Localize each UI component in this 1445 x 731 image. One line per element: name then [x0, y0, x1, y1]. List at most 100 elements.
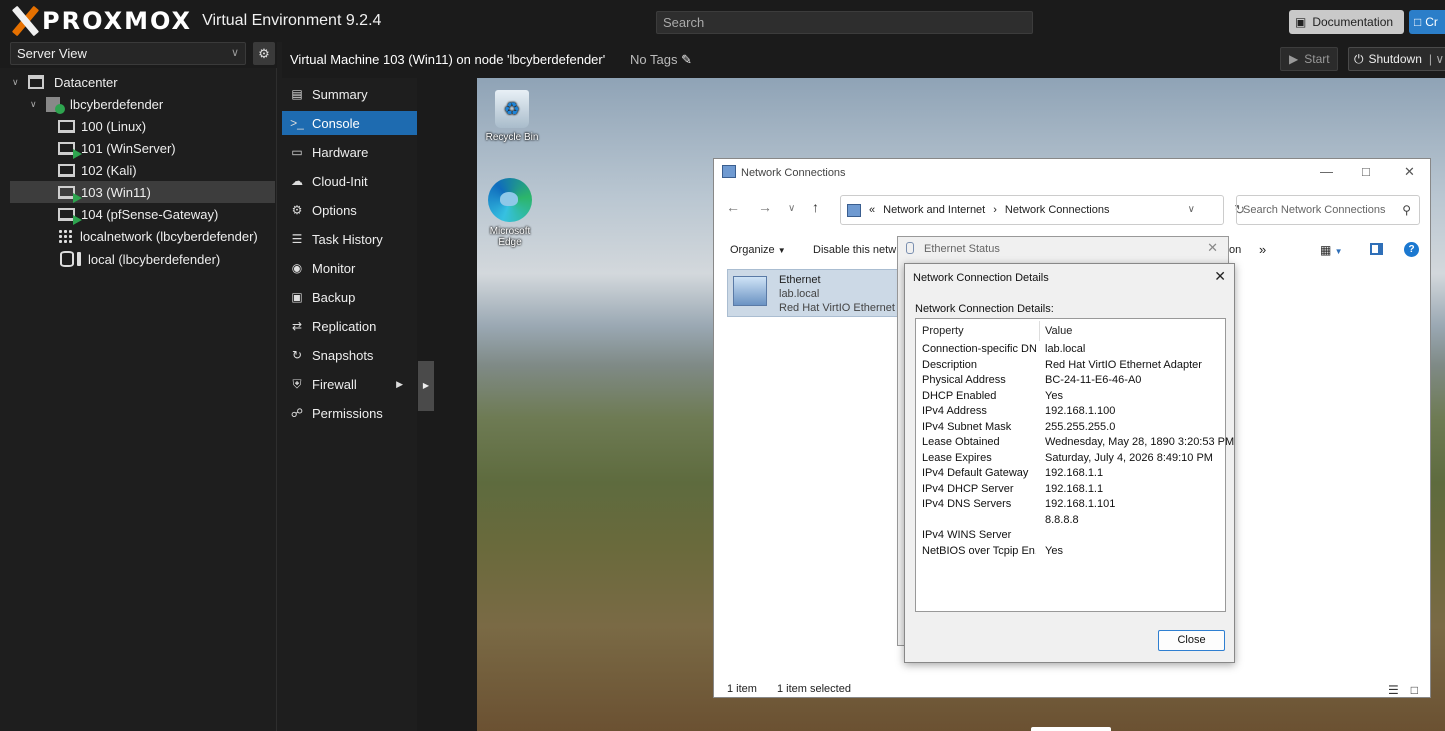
- view-switcher: ☰ □: [1388, 683, 1418, 697]
- minimize-icon[interactable]: —: [1320, 164, 1333, 179]
- tree-node-vm-104[interactable]: 104 (pfSense-Gateway): [58, 203, 218, 225]
- maximize-icon[interactable]: □: [1362, 164, 1370, 179]
- recent-chevron-icon[interactable]: ∨: [788, 203, 795, 214]
- breadcrumb-network-connections[interactable]: Network Connections: [1005, 204, 1110, 216]
- details-row[interactable]: NetBIOS over Tcpip En... Yes: [922, 545, 1222, 560]
- tree-node-label: 104 (pfSense-Gateway): [81, 206, 219, 222]
- network-connection-details-dialog[interactable]: Network Connection Details ✕ Network Con…: [904, 263, 1235, 663]
- details-row[interactable]: IPv4 Address 192.168.1.100: [922, 405, 1222, 420]
- window-titlebar[interactable]: Network Connections — □ ✕: [714, 159, 1430, 187]
- details-row[interactable]: Physical Address BC-24-11-E6-46-A0: [922, 374, 1222, 389]
- desktop-icon-edge[interactable]: Microsoft Edge: [477, 178, 543, 248]
- detail-property: Lease Expires: [922, 451, 992, 464]
- desktop-icon-label: Recycle Bin: [485, 132, 539, 143]
- book-icon: ▤: [291, 87, 303, 101]
- detail-property: IPv4 DHCP Server: [922, 482, 1014, 495]
- menu-label: Hardware: [312, 144, 369, 160]
- start-button[interactable]: ▶ Start: [1280, 47, 1338, 71]
- column-header-value[interactable]: Value: [1045, 325, 1072, 337]
- forward-arrow-icon[interactable]: →: [758, 199, 772, 215]
- details-row[interactable]: IPv4 WINS Server: [922, 529, 1222, 544]
- dialog-title: Ethernet Status: [924, 243, 1000, 255]
- menu-monitor[interactable]: ◉ Monitor: [282, 256, 417, 280]
- details-row[interactable]: Connection-specific DN... lab.local: [922, 343, 1222, 358]
- help-icon[interactable]: ?: [1404, 242, 1419, 257]
- desktop-icon-recycle-bin[interactable]: ♻ Recycle Bin: [479, 90, 545, 143]
- column-divider[interactable]: [1039, 321, 1040, 341]
- back-arrow-icon[interactable]: ←: [726, 199, 740, 215]
- details-row[interactable]: Lease Obtained Wednesday, May 28, 1890 3:…: [922, 436, 1234, 451]
- connection-adapter: Red Hat VirtIO Ethernet A: [779, 302, 905, 314]
- address-bar[interactable]: « Network and Internet › Network Connect…: [840, 195, 1245, 225]
- tree-node-vm-102[interactable]: 102 (Kali): [58, 159, 137, 181]
- details-row[interactable]: IPv4 Default Gateway 192.168.1.1: [922, 467, 1222, 482]
- chevron-down-icon[interactable]: | ∨: [1429, 52, 1444, 66]
- pencil-icon[interactable]: ✎: [681, 52, 692, 67]
- column-header-property[interactable]: Property: [922, 325, 964, 337]
- tags-editor[interactable]: No Tags ✎: [630, 52, 692, 68]
- detail-property: IPv4 WINS Server: [922, 529, 1012, 541]
- details-row[interactable]: IPv4 DNS Servers 192.168.1.101: [922, 498, 1222, 513]
- menu-cloud-init[interactable]: ☁ Cloud-Init: [282, 169, 417, 193]
- global-search-input[interactable]: Search: [656, 11, 1033, 34]
- menu-label: Task History: [312, 231, 383, 247]
- menu-label: Replication: [312, 318, 377, 334]
- organize-menu[interactable]: Organize ▼: [730, 244, 786, 256]
- toolbar-overflow-text[interactable]: on: [1229, 244, 1241, 256]
- play-icon: ▶: [1289, 52, 1299, 66]
- menu-replication[interactable]: ⇄ Replication: [282, 314, 417, 338]
- list-icon: ☰: [291, 232, 303, 246]
- documentation-button[interactable]: ▣ Documentation: [1289, 10, 1404, 34]
- menu-firewall[interactable]: ⛨ Firewall ▶: [282, 372, 417, 396]
- version-label: Virtual Environment 9.2.4: [202, 12, 382, 29]
- chevron-down-icon[interactable]: ∨: [1188, 204, 1195, 215]
- detail-property: IPv4 Default Gateway: [922, 467, 1029, 479]
- menu-snapshots[interactable]: ↻ Snapshots: [282, 343, 417, 367]
- menu-options[interactable]: ⚙ Options: [282, 198, 417, 222]
- details-row[interactable]: 8.8.8.8: [922, 514, 1222, 529]
- details-view-icon[interactable]: ☰: [1388, 683, 1399, 697]
- menu-hardware[interactable]: ▭ Hardware: [282, 140, 417, 164]
- close-button[interactable]: Close: [1158, 630, 1225, 651]
- menu-permissions[interactable]: ☍ Permissions: [282, 401, 417, 425]
- tree-node-vm-101[interactable]: 101 (WinServer): [58, 137, 176, 159]
- preview-pane-icon[interactable]: [1370, 243, 1383, 255]
- create-vm-button[interactable]: □ Cr: [1409, 10, 1445, 34]
- details-row[interactable]: IPv4 Subnet Mask 255.255.255.0: [922, 421, 1222, 436]
- details-list[interactable]: Property Value Connection-specific DN...…: [915, 318, 1234, 612]
- view-options-icon[interactable]: ▦ ▼: [1320, 243, 1343, 257]
- menu-task-history[interactable]: ☰ Task History: [282, 227, 417, 251]
- more-commands[interactable]: »: [1259, 242, 1266, 257]
- tree-node-datacenter[interactable]: ∨ Datacenter: [12, 71, 118, 93]
- menu-console[interactable]: >_ Console: [282, 111, 417, 135]
- details-row[interactable]: DHCP Enabled Yes: [922, 390, 1222, 405]
- collapse-menu-button[interactable]: ▶: [418, 361, 434, 411]
- details-row[interactable]: IPv4 DHCP Server 192.168.1.1: [922, 483, 1222, 498]
- breadcrumb-network-and-internet[interactable]: Network and Internet: [883, 204, 985, 216]
- close-icon[interactable]: ✕: [1214, 268, 1226, 285]
- tree-node-vm-100[interactable]: 100 (Linux): [58, 115, 146, 137]
- tree-node-localnetwork[interactable]: localnetwork (lbcyberdefender): [58, 225, 258, 247]
- up-arrow-icon[interactable]: ↑: [812, 199, 819, 215]
- menu-summary[interactable]: ▤ Summary: [282, 82, 417, 106]
- vm-stopped-icon: [58, 119, 75, 133]
- menu-backup[interactable]: ▣ Backup: [282, 285, 417, 309]
- shutdown-button[interactable]: ⏻ Shutdown | ∨: [1348, 47, 1445, 71]
- breadcrumb-overflow[interactable]: «: [869, 204, 875, 216]
- proxmox-logo[interactable]: PROXMOX Virtual Environment 9.2.4: [10, 6, 381, 36]
- tree-node-host[interactable]: ∨ lbcyberdefender: [30, 93, 163, 115]
- details-row[interactable]: Description Red Hat VirtIO Ethernet Adapt…: [922, 359, 1222, 374]
- close-icon[interactable]: ✕: [1404, 164, 1415, 180]
- tree-node-label: localnetwork (lbcyberdefender): [80, 228, 258, 244]
- server-view-select[interactable]: Server View ∨: [10, 42, 246, 65]
- close-icon[interactable]: ✕: [1207, 240, 1218, 256]
- tree-node-local-storage[interactable]: local (lbcyberdefender): [60, 248, 220, 270]
- desktop-icon: ▭: [291, 145, 303, 159]
- explorer-search-input[interactable]: Search Network Connections ⚲: [1236, 195, 1420, 225]
- details-row[interactable]: Lease Expires Saturday, July 4, 2026 8:49…: [922, 452, 1222, 467]
- disable-device-button[interactable]: Disable this netw: [813, 244, 896, 256]
- vm-running-icon: [58, 141, 82, 159]
- tree-settings-button[interactable]: ⚙: [253, 42, 275, 65]
- large-icons-view-icon[interactable]: □: [1411, 683, 1418, 697]
- tree-node-vm-103[interactable]: 103 (Win11): [10, 181, 275, 203]
